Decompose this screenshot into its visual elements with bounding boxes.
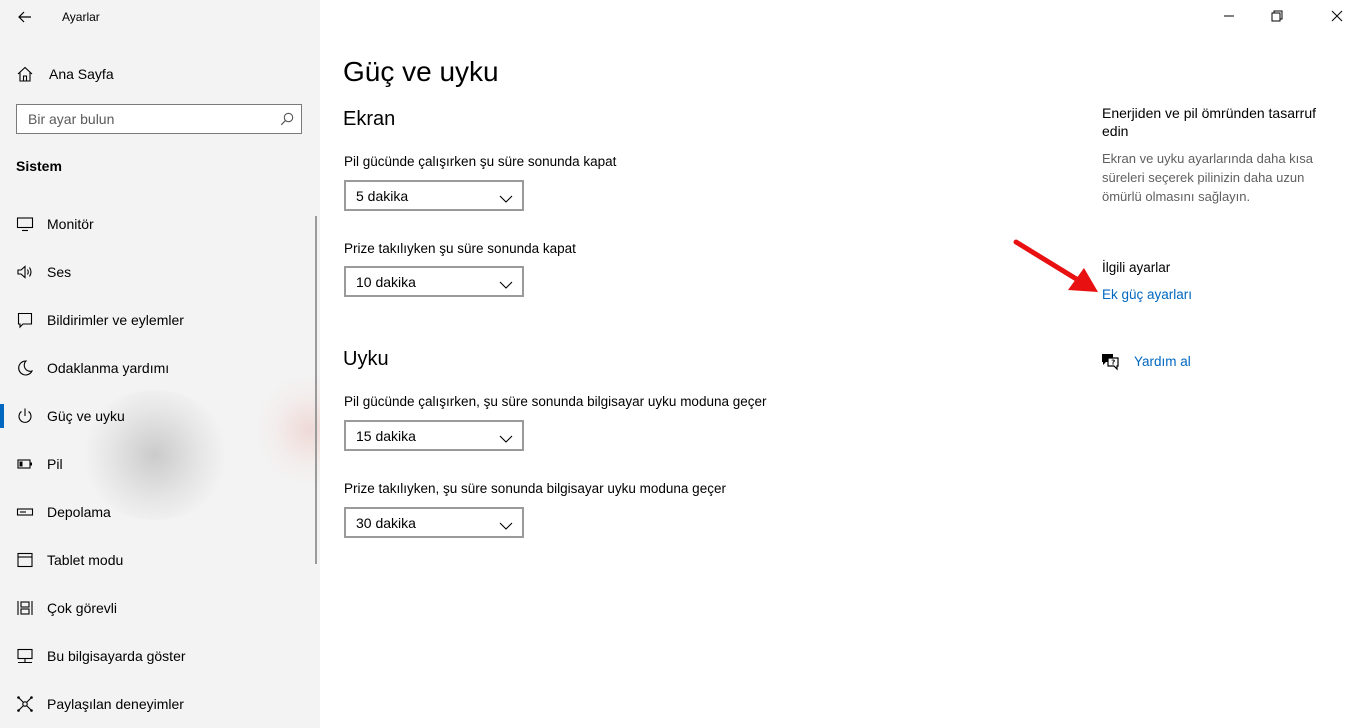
- moon-icon: [16, 359, 34, 377]
- sidebar-item-label: Paylaşılan deneyimler: [47, 696, 184, 712]
- sleep-section-heading: Uyku: [343, 348, 389, 370]
- restore-icon: [1271, 10, 1283, 22]
- dropdown-value: 15 dakika: [356, 428, 416, 444]
- page-title: Güç ve uyku: [343, 56, 499, 87]
- dropdown-value: 10 dakika: [356, 274, 416, 290]
- shared-icon: [16, 695, 34, 713]
- home-icon: [16, 65, 34, 83]
- window-controls: [1206, 0, 1366, 32]
- get-help-link[interactable]: Yardım al: [1134, 354, 1191, 369]
- screen-plugged-dropdown[interactable]: 10 dakika: [344, 266, 524, 297]
- sleep-plugged-label: Prize takılıyken, şu süre sonunda bilgis…: [344, 481, 726, 496]
- help-chat-icon[interactable]: ?: [1100, 351, 1120, 371]
- sidebar-item-label: Monitör: [47, 216, 94, 232]
- title-bar: Ayarlar: [0, 0, 320, 34]
- close-icon: [1331, 10, 1343, 22]
- storage-icon: [16, 503, 34, 521]
- sidebar-scrollbar[interactable]: [315, 216, 317, 564]
- chevron-down-icon: [499, 191, 513, 203]
- monitor-icon: [16, 215, 34, 233]
- sidebar-item-label: Depolama: [47, 504, 111, 520]
- sidebar-item-label: Pil: [47, 456, 63, 472]
- sidebar-item-label: Odaklanma yardımı: [47, 360, 170, 376]
- sidebar-item-project[interactable]: Bu bilgisayarda göster: [0, 632, 318, 680]
- chevron-down-icon: [499, 431, 513, 443]
- dropdown-value: 5 dakika: [356, 188, 409, 204]
- battery-icon: [16, 455, 34, 473]
- tip-title: Enerjiden ve pil ömründen tasarruf edin: [1102, 105, 1317, 139]
- project-icon: [16, 647, 34, 665]
- sidebar-item-label: Tablet modu: [47, 552, 124, 568]
- sidebar-item-label: Çok görevli: [47, 600, 118, 616]
- sidebar-item-battery[interactable]: Pil: [0, 440, 318, 488]
- sidebar-item-tablet-mode[interactable]: Tablet modu: [0, 536, 318, 584]
- sidebar-item-sound[interactable]: Ses: [0, 248, 318, 296]
- tip-description: Ekran ve uyku ayarlarında daha kısa süre…: [1102, 151, 1314, 204]
- related-settings-title: İlgili ayarlar: [1102, 260, 1171, 275]
- sidebar: Ayarlar Ana Sayfa Sistem Monitör Ses: [0, 0, 320, 728]
- multitask-icon: [16, 599, 34, 617]
- minimize-icon: [1224, 15, 1234, 17]
- annotation-arrow-icon: [1013, 239, 1098, 292]
- home-label: Ana Sayfa: [49, 66, 114, 82]
- sidebar-item-shared-experiences[interactable]: Paylaşılan deneyimler: [0, 680, 318, 728]
- sidebar-item-storage[interactable]: Depolama: [0, 488, 318, 536]
- app-title: Ayarlar: [62, 10, 100, 24]
- home-nav-item[interactable]: Ana Sayfa: [0, 60, 320, 88]
- screen-plugged-label: Prize takılıyken şu süre sonunda kapat: [344, 241, 576, 256]
- active-indicator: [0, 404, 4, 428]
- sidebar-item-label: Güç ve uyku: [47, 408, 125, 424]
- screen-battery-dropdown[interactable]: 5 dakika: [344, 180, 524, 211]
- sleep-battery-dropdown[interactable]: 15 dakika: [344, 420, 524, 451]
- sidebar-item-monitor[interactable]: Monitör: [0, 200, 318, 248]
- power-icon: [16, 407, 34, 425]
- sidebar-item-notifications[interactable]: Bildirimler ve eylemler: [0, 296, 318, 344]
- notification-icon: [16, 311, 34, 329]
- back-arrow-icon[interactable]: [14, 7, 36, 27]
- sidebar-item-focus-assist[interactable]: Odaklanma yardımı: [0, 344, 318, 392]
- minimize-button[interactable]: [1206, 0, 1252, 32]
- sidebar-item-multitasking[interactable]: Çok görevli: [0, 584, 318, 632]
- sidebar-item-label: Bu bilgisayarda göster: [47, 648, 186, 664]
- close-button[interactable]: [1314, 0, 1360, 32]
- sidebar-nav: Monitör Ses Bildirimler ve eylemler Odak…: [0, 200, 318, 728]
- screen-section-heading: Ekran: [343, 108, 396, 130]
- screen-battery-label: Pil gücünde çalışırken şu süre sonunda k…: [344, 154, 617, 169]
- sidebar-item-power-sleep[interactable]: Güç ve uyku: [0, 392, 318, 440]
- search-icon[interactable]: [280, 112, 294, 126]
- sidebar-item-label: Bildirimler ve eylemler: [47, 312, 184, 328]
- sidebar-item-label: Ses: [47, 264, 72, 280]
- restore-button[interactable]: [1254, 0, 1300, 32]
- speaker-icon: [16, 263, 34, 281]
- sleep-battery-label: Pil gücünde çalışırken, şu süre sonunda …: [344, 394, 767, 409]
- dropdown-value: 30 dakika: [356, 515, 416, 531]
- svg-text:?: ?: [1111, 359, 1115, 367]
- tablet-icon: [16, 551, 34, 569]
- chevron-down-icon: [499, 277, 513, 289]
- sleep-plugged-dropdown[interactable]: 30 dakika: [344, 507, 524, 538]
- section-label: Sistem: [16, 158, 62, 174]
- additional-power-settings-link[interactable]: Ek güç ayarları: [1102, 287, 1192, 302]
- search-input[interactable]: [17, 105, 267, 133]
- search-box[interactable]: [16, 104, 302, 134]
- chevron-down-icon: [499, 518, 513, 530]
